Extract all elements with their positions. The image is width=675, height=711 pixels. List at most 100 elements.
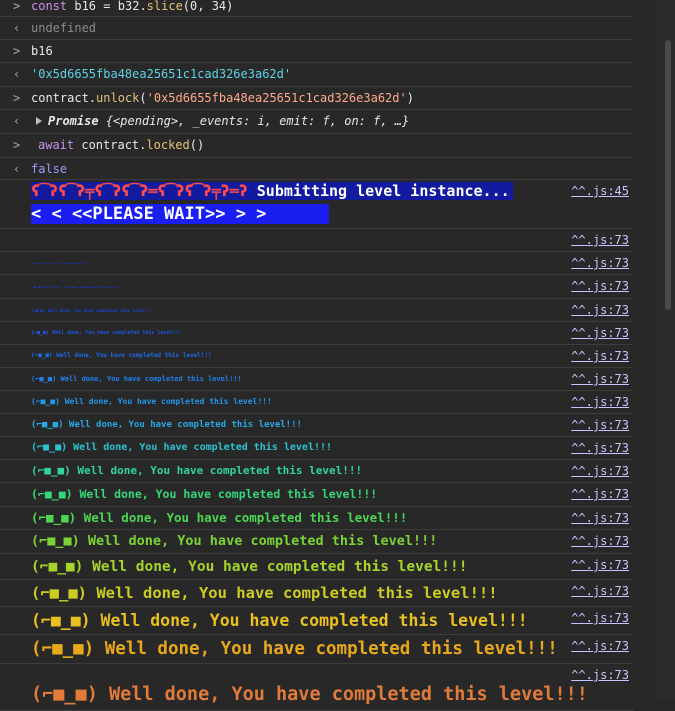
log-row: (⌐■_■) Well done, You have completed thi…: [0, 322, 633, 345]
source-link[interactable]: ^^.js:73: [571, 345, 629, 367]
banner-please-wait-text: < < <<PLEASE WAIT>> > >: [31, 204, 267, 224]
output-string[interactable]: '0x5d6655fba48ea25651c1cad326e3a62d': [31, 63, 633, 85]
well-done-message: (⌐■_■) Well done, You have completed thi…: [31, 559, 468, 575]
well-done-message: (⌐■_■) Well done, You have completed thi…: [31, 533, 438, 549]
method-args: (0, 34): [182, 0, 234, 13]
well-done-message: (⌐■_■) Well done, You have completed thi…: [31, 285, 122, 289]
source-link[interactable]: ^^.js:73: [571, 229, 629, 251]
source-link[interactable]: ^^.js:45: [571, 180, 629, 202]
input-prompt-icon: >: [13, 44, 21, 58]
well-done-message: (⌐■_■) Well done, You have completed thi…: [31, 487, 378, 501]
log-row: (⌐■_■) Well done, You have completed thi…: [0, 607, 633, 635]
object-name: contract: [81, 138, 140, 152]
log-row: (⌐■_■) Well done, You have completed thi…: [0, 460, 633, 483]
well-done-message: (⌐■_■) Well done, You have completed thi…: [31, 464, 363, 477]
source-link[interactable]: ^^.js:73: [571, 368, 629, 390]
input-text: b16: [31, 44, 53, 58]
output-arrow-icon: ‹: [13, 21, 21, 35]
output-arrow-icon: ‹: [13, 114, 21, 128]
console-input-row[interactable]: > const b16 = b32.slice(0, 34): [0, 0, 633, 17]
log-row: (⌐■_■) Well done, You have completed thi…: [0, 507, 633, 530]
well-done-message: (⌐■_■) Well done, You have completed thi…: [31, 684, 588, 705]
console-output-row[interactable]: ‹ Promise {<pending>, _events: i, emit: …: [0, 110, 633, 134]
banner-please-wait: < < <<PLEASE WAIT>> > >: [31, 204, 329, 224]
console-input-row[interactable]: > b16: [0, 40, 633, 63]
banner-submitting-text: Submitting level instance...: [256, 182, 510, 200]
console-output-row: ‹ false: [0, 158, 633, 180]
well-done-message: (⌐■_■) Well done, You have completed thi…: [31, 330, 182, 336]
log-row: ^^.js:73: [0, 229, 633, 252]
operator: =: [103, 0, 111, 13]
source-link[interactable]: ^^.js:73: [571, 483, 629, 505]
output-text: undefined: [31, 21, 97, 35]
source-link[interactable]: ^^.js:73: [571, 607, 629, 629]
well-done-message: (⌐■_■) Well done, You have completed thi…: [31, 263, 92, 265]
source-link[interactable]: ^^.js:73: [571, 635, 629, 657]
keyword-const: const: [31, 0, 68, 13]
method-name: locked: [146, 138, 190, 152]
var-name: b16: [74, 0, 97, 13]
source-link[interactable]: ^^.js:73: [571, 664, 629, 686]
well-done-message: (⌐■_■) Well done, You have completed thi…: [31, 611, 528, 630]
log-row: (⌐■_■) Well done, You have completed thi…: [0, 664, 633, 711]
method-arg: '0x5d6655fba48ea25651c1cad326e3a62d': [146, 91, 407, 105]
source-link[interactable]: ^^.js:73: [571, 275, 629, 297]
log-row: (⌐■_■) Well done, You have completed thi…: [0, 414, 633, 437]
log-row: (⌐■_■) Well done, You have completed thi…: [0, 530, 633, 554]
well-done-message: (⌐■_■) Well done, You have completed thi…: [31, 375, 242, 383]
source-link[interactable]: ^^.js:73: [571, 299, 629, 321]
submit-banner-row: ʕ͡ʔʕ͡ʔ╤ʕ͡ʔʕ͡ʔ═ʕ͡ʔʕ͡ʔ╤ʔ═ʔ Submitting leve…: [0, 180, 633, 229]
well-done-message: (⌐■_■) Well done, You have completed thi…: [31, 308, 152, 313]
scrollbar-thumb[interactable]: [665, 40, 671, 310]
source-link[interactable]: ^^.js:73: [571, 530, 629, 552]
log-row: (⌐■_■) Well done, You have completed thi…: [0, 580, 633, 607]
well-done-message: (⌐■_■) Well done, You have completed thi…: [31, 584, 498, 602]
log-row: (⌐■_■) Well done, You have completed thi…: [0, 345, 633, 368]
source-link[interactable]: ^^.js:73: [571, 580, 629, 602]
log-row: (⌐■_■) Well done, You have completed thi…: [0, 275, 633, 299]
expand-triangle-icon[interactable]: [36, 117, 42, 125]
log-row: (⌐■_■) Well done, You have completed thi…: [0, 635, 633, 664]
source-link[interactable]: ^^.js:73: [571, 460, 629, 482]
log-row: (⌐■_■) Well done, You have completed thi…: [0, 554, 633, 580]
log-row: (⌐■_■) Well done, You have completed thi…: [0, 299, 633, 322]
source-link[interactable]: ^^.js:73: [571, 554, 629, 576]
well-done-message: (⌐■_■) Well done, You have completed thi…: [31, 352, 212, 359]
console-output-row: ‹ undefined: [0, 17, 633, 40]
method-name: slice: [146, 0, 183, 13]
method-args: (): [189, 138, 205, 152]
log-row: (⌐■_■) Well done, You have completed thi…: [0, 391, 633, 414]
source-link[interactable]: ^^.js:73: [571, 322, 629, 344]
console-input-row[interactable]: > await contract.locked(): [0, 134, 633, 158]
object-name: b32: [117, 0, 140, 13]
input-prompt-icon: >: [13, 0, 21, 13]
console-input-row[interactable]: > contract.unlock('0x5d6655fba48ea25651c…: [0, 87, 633, 110]
output-arrow-icon: ‹: [13, 162, 21, 176]
console-output-row: ‹ '0x5d6655fba48ea25651c1cad326e3a62d': [0, 63, 633, 87]
well-done-message: (⌐■_■) Well done, You have completed thi…: [31, 639, 558, 659]
log-row: (⌐■_■) Well done, You have completed thi…: [0, 483, 633, 507]
object-name: contract: [31, 91, 89, 105]
promise-label: Promise: [48, 114, 99, 128]
source-link[interactable]: ^^.js:73: [571, 507, 629, 529]
method-name: unlock: [96, 91, 140, 105]
output-boolean: false: [31, 162, 68, 176]
log-row: (⌐■_■) Well done, You have completed thi…: [0, 437, 633, 460]
input-prompt-icon: >: [13, 138, 21, 152]
source-link[interactable]: ^^.js:73: [571, 437, 629, 459]
output-arrow-icon: ‹: [13, 67, 21, 81]
keyword-await: await: [38, 138, 75, 152]
log-row: (⌐■_■) Well done, You have completed thi…: [0, 252, 633, 275]
source-link[interactable]: ^^.js:73: [571, 391, 629, 413]
input-prompt-icon: >: [13, 91, 21, 105]
well-done-message: (⌐■_■) Well done, You have completed thi…: [31, 420, 302, 430]
log-row: (⌐■_■) Well done, You have completed thi…: [0, 368, 633, 391]
console-output: > const b16 = b32.slice(0, 34) ‹ undefin…: [0, 0, 633, 711]
well-done-message: (⌐■_■) Well done, You have completed thi…: [31, 442, 333, 453]
source-link[interactable]: ^^.js:73: [571, 414, 629, 436]
source-link[interactable]: ^^.js:73: [571, 252, 629, 274]
promise-body: {<pending>, _events: i, emit: f, on: f, …: [105, 114, 410, 128]
well-done-message: (⌐■_■) Well done, You have completed thi…: [31, 510, 408, 525]
banner-submitting: ʕ͡ʔʕ͡ʔ╤ʕ͡ʔʕ͡ʔ═ʕ͡ʔʕ͡ʔ╤ʔ═ʔ Submitting leve…: [31, 182, 513, 200]
well-done-message: (⌐■_■) Well done, You have completed thi…: [31, 397, 272, 406]
